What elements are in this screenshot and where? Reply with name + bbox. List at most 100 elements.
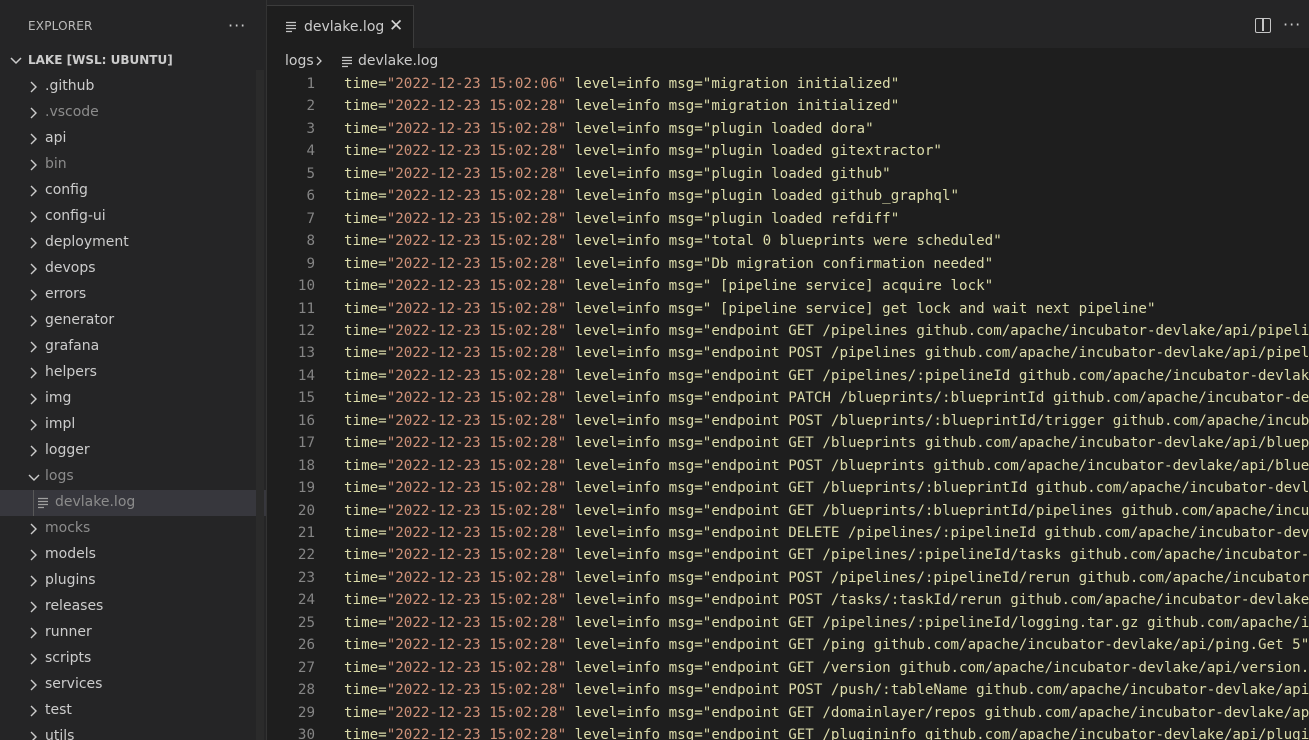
- folder-item-errors[interactable]: errors: [0, 282, 266, 308]
- log-message: endpoint POST /push/:tableName github.co…: [711, 682, 1309, 699]
- chevron-down-icon: [28, 474, 40, 481]
- close-icon[interactable]: ✕: [389, 16, 403, 36]
- code-line: 11 time="2022-12-23 15:02:28" level=info …: [267, 299, 1309, 322]
- log-message: endpoint GET /pipelines/:pipelineId/task…: [711, 547, 1309, 564]
- explorer-more-actions-icon[interactable]: ···: [228, 16, 246, 35]
- log-time: 2022-12-23 15:02:28: [395, 435, 558, 452]
- code-line: 20 time="2022-12-23 15:02:28" level=info …: [267, 501, 1309, 524]
- folder-item-config-ui[interactable]: config-ui: [0, 204, 266, 230]
- log-message: plugin loaded github_graphql: [711, 188, 951, 205]
- chevron-right-icon: [30, 627, 37, 639]
- folder-item-logs[interactable]: logs: [0, 464, 266, 490]
- log-message: endpoint DELETE /pipelines/:pipelineId g…: [711, 525, 1309, 541]
- line-number: 14: [297, 367, 315, 384]
- folder-item-config[interactable]: config: [0, 178, 266, 204]
- log-time: 2022-12-23 15:02:28: [395, 502, 558, 519]
- folder-item-img[interactable]: img: [0, 386, 266, 412]
- log-time: 2022-12-23 15:02:28: [395, 682, 558, 699]
- line-text: time="2022-12-23 15:02:28" level=info ms…: [344, 525, 1309, 541]
- code-line: 5 time="2022-12-23 15:02:28" level=info m…: [267, 164, 1309, 187]
- line-text: time="2022-12-23 15:02:28" level=info ms…: [344, 323, 1309, 339]
- folder-item-services[interactable]: services: [0, 672, 266, 698]
- folder-item-scripts[interactable]: scripts: [0, 646, 266, 672]
- folder-item-grafana[interactable]: grafana: [0, 334, 266, 360]
- folder-item-api[interactable]: api: [0, 126, 266, 152]
- chevron-down-icon: [10, 57, 22, 65]
- folder-item-models[interactable]: models: [0, 542, 266, 568]
- sidebar-scrollbar[interactable]: [256, 70, 264, 740]
- folder-label: img: [45, 390, 72, 406]
- line-number: 17: [297, 435, 315, 452]
- folder-item-test[interactable]: test: [0, 698, 266, 724]
- line-text: time="2022-12-23 15:02:28" level=info ms…: [344, 705, 1309, 721]
- code-line: 8 time="2022-12-23 15:02:28" level=info m…: [267, 231, 1309, 254]
- log-time: 2022-12-23 15:02:28: [395, 390, 558, 407]
- folder-item-helpers[interactable]: helpers: [0, 360, 266, 386]
- chevron-right-icon: [30, 315, 37, 327]
- explorer-title: EXPLORER: [28, 19, 93, 33]
- folder-label: helpers: [45, 364, 97, 380]
- code-line: 14 time="2022-12-23 15:02:28" level=info …: [267, 366, 1309, 389]
- folder-item-bin[interactable]: bin: [0, 152, 266, 178]
- chevron-right-icon: [30, 367, 37, 379]
- explorer-header: EXPLORER ···: [0, 0, 266, 48]
- log-message: endpoint GET /domainlayer/repos github.c…: [711, 704, 1309, 721]
- folder-item-devops[interactable]: devops: [0, 256, 266, 282]
- chevron-right-icon: [30, 185, 37, 197]
- breadcrumb-folder[interactable]: logs: [285, 53, 314, 69]
- chevron-right-icon: [30, 523, 37, 535]
- log-message: [pipeline service] acquire lock: [711, 278, 985, 295]
- log-message: plugin loaded github: [711, 165, 883, 182]
- code-line: 16 time="2022-12-23 15:02:28" level=info …: [267, 411, 1309, 434]
- file-item-devlake-log[interactable]: devlake.log: [0, 490, 266, 516]
- log-time: 2022-12-23 15:02:28: [395, 143, 558, 160]
- log-time: 2022-12-23 15:02:28: [395, 727, 558, 740]
- folder-label: bin: [45, 156, 67, 172]
- line-number: 5: [306, 165, 315, 182]
- log-time: 2022-12-23 15:02:28: [395, 188, 558, 205]
- folder-item-runner[interactable]: runner: [0, 620, 266, 646]
- folder-item-impl[interactable]: impl: [0, 412, 266, 438]
- folder-label: api: [45, 130, 67, 146]
- breadcrumb-file[interactable]: devlake.log: [358, 53, 438, 69]
- folder-label: grafana: [45, 338, 100, 354]
- folder-item-vscode[interactable]: .vscode: [0, 100, 266, 126]
- editor-content[interactable]: 1 time="2022-12-23 15:02:06" level=info m…: [267, 74, 1309, 740]
- log-message: endpoint GET /version github.com/apache/…: [711, 659, 1309, 676]
- line-number: 15: [297, 390, 315, 407]
- code-line: 6 time="2022-12-23 15:02:28" level=info m…: [267, 186, 1309, 209]
- folder-item-plugins[interactable]: plugins: [0, 568, 266, 594]
- line-number: 8: [306, 233, 315, 250]
- split-editor-icon[interactable]: [1255, 18, 1271, 33]
- line-text: time="2022-12-23 15:02:28" level=info ms…: [344, 278, 994, 295]
- log-time: 2022-12-23 15:02:28: [395, 480, 558, 497]
- folder-item-github[interactable]: .github: [0, 74, 266, 100]
- tab-devlake-log[interactable]: devlake.log ✕: [267, 5, 414, 48]
- folder-label: .github: [45, 78, 95, 94]
- folder-item-releases[interactable]: releases: [0, 594, 266, 620]
- chevron-right-icon: [30, 419, 37, 431]
- line-text: time="2022-12-23 15:02:28" level=info ms…: [344, 480, 1309, 496]
- code-line: 17 time="2022-12-23 15:02:28" level=info …: [267, 433, 1309, 456]
- folder-label: config: [45, 182, 88, 198]
- folder-item-mocks[interactable]: mocks: [0, 516, 266, 542]
- line-number: 10: [297, 278, 315, 295]
- line-text: time="2022-12-23 15:02:28" level=info ms…: [344, 547, 1309, 563]
- line-number: 19: [297, 480, 315, 497]
- chevron-right-icon: [30, 133, 37, 145]
- editor-more-actions-icon[interactable]: ···: [1283, 15, 1301, 34]
- line-text: time="2022-12-23 15:02:28" level=info ms…: [344, 368, 1309, 384]
- folder-label: errors: [45, 286, 87, 302]
- folder-label: .vscode: [45, 104, 99, 120]
- folder-item-utils[interactable]: utils: [0, 724, 266, 740]
- chevron-right-icon: [30, 575, 37, 587]
- folder-item-generator[interactable]: generator: [0, 308, 266, 334]
- workspace-folder-row[interactable]: LAKE [WSL: UBUNTU]: [0, 50, 266, 72]
- folder-item-deployment[interactable]: deployment: [0, 230, 266, 256]
- log-message: total 0 blueprints were scheduled: [711, 233, 994, 250]
- line-number: 4: [306, 143, 315, 160]
- log-message: endpoint PATCH /blueprints/:blueprintId …: [711, 390, 1309, 407]
- line-number: 28: [297, 682, 315, 699]
- folder-item-logger[interactable]: logger: [0, 438, 266, 464]
- folder-label: utils: [45, 728, 75, 740]
